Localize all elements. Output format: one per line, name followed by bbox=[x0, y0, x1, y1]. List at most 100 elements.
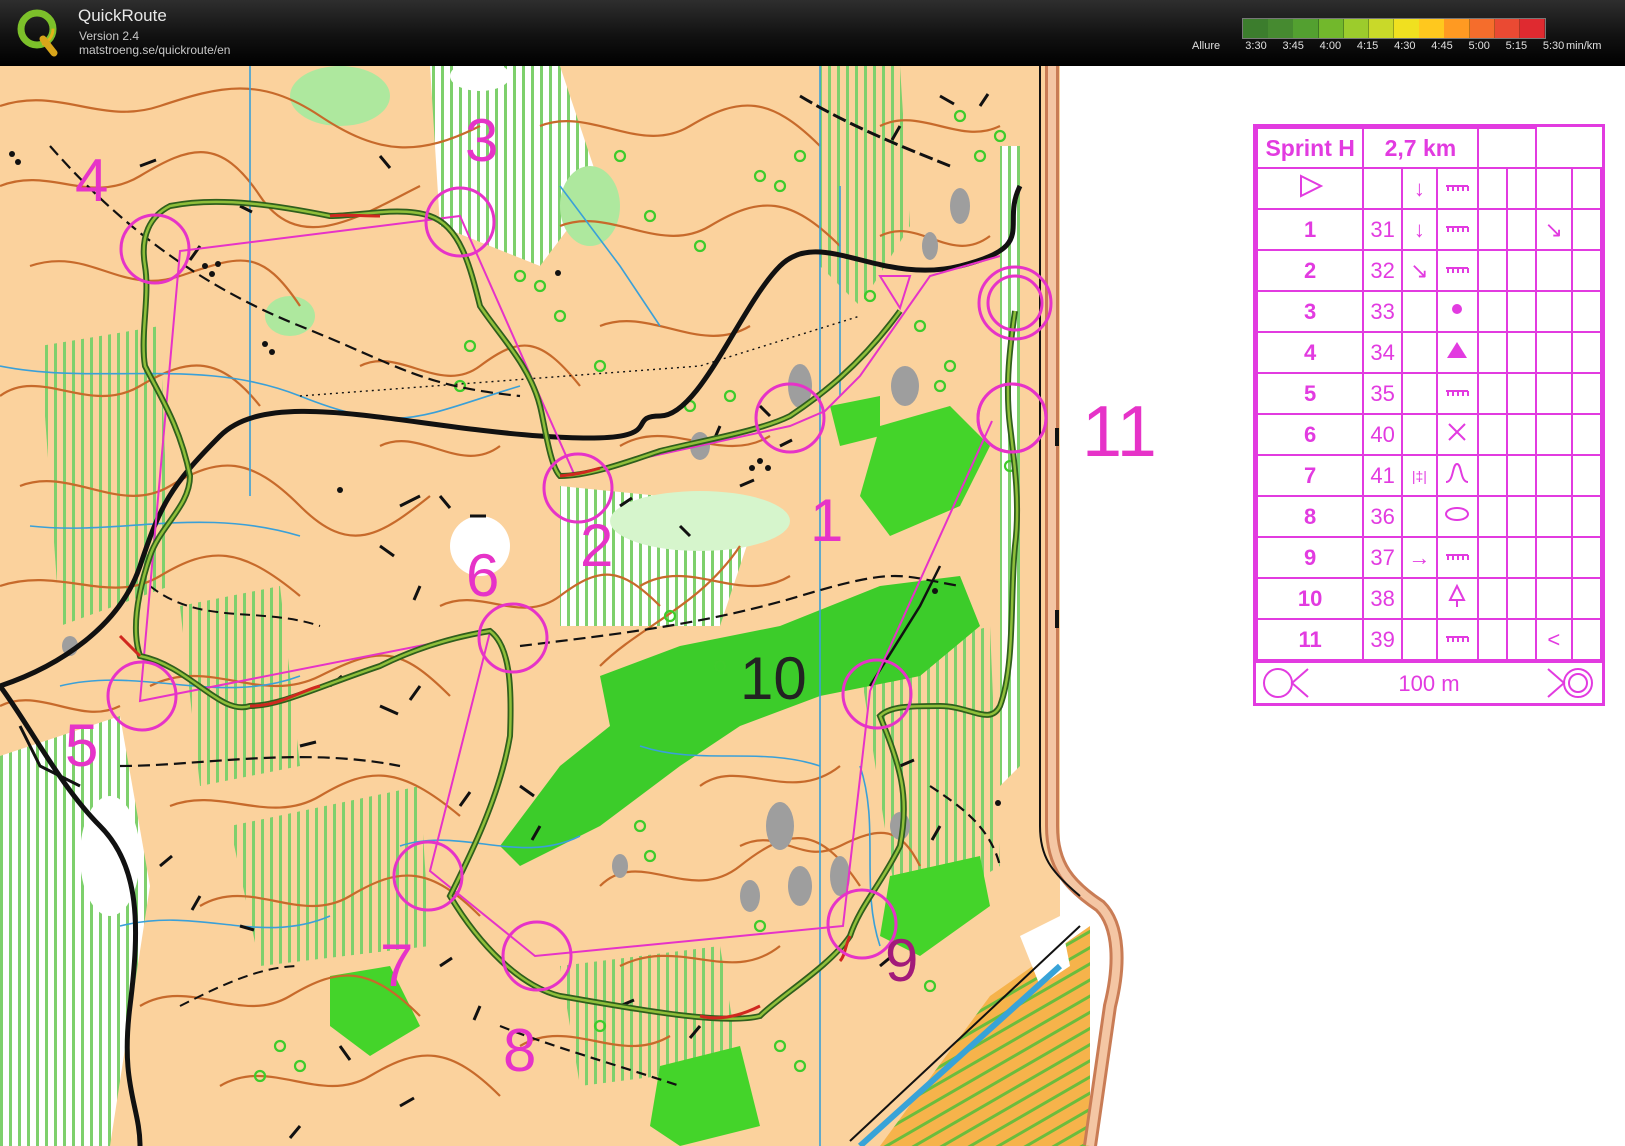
which-feature bbox=[1400, 372, 1438, 415]
scale-distance: 100 m bbox=[1398, 671, 1460, 696]
control-feature bbox=[1435, 208, 1479, 251]
control-code: 37 bbox=[1362, 536, 1403, 579]
pace-color-scale bbox=[1242, 18, 1546, 39]
pace-color-cell bbox=[1419, 19, 1445, 38]
pace-tick-label: 4:00 bbox=[1319, 40, 1342, 52]
pace-tick-label: 4:30 bbox=[1394, 40, 1416, 52]
control-label-6: 6 bbox=[466, 542, 499, 609]
pace-color-cell bbox=[1268, 19, 1294, 38]
control-feature bbox=[1435, 372, 1479, 415]
legend-footer: 100 m bbox=[1256, 661, 1602, 703]
start-symbol bbox=[1255, 167, 1365, 210]
pace-color-cell bbox=[1519, 19, 1546, 38]
pace-tick-label: 3:45 bbox=[1282, 40, 1304, 52]
which-feature bbox=[1400, 495, 1438, 538]
control-code: 41 bbox=[1362, 454, 1403, 497]
description-row: 7 41 |‡| bbox=[1255, 454, 1603, 497]
control-code: 35 bbox=[1362, 372, 1403, 415]
control-feature bbox=[1435, 413, 1479, 456]
control-number: 6 bbox=[1255, 413, 1365, 456]
which-feature: → bbox=[1400, 536, 1438, 579]
control-number: 8 bbox=[1255, 495, 1365, 538]
which-feature: ↓ bbox=[1400, 208, 1438, 251]
app-version: Version 2.4 bbox=[79, 29, 140, 43]
control-number: 4 bbox=[1255, 331, 1365, 374]
description-row: 10 38 bbox=[1255, 577, 1603, 620]
marsh-icon bbox=[1446, 389, 1470, 396]
pace-color-cell bbox=[1368, 19, 1395, 38]
control-description-sheet: Sprint H 2,7 km ↓ 1 31 ↓ ↘ 2 32 ↘ 3 33 4 34 5 35 6 40 7 4… bbox=[1253, 124, 1605, 706]
pace-unit: min/km bbox=[1566, 40, 1602, 52]
which-feature bbox=[1400, 618, 1438, 661]
marsh-icon bbox=[1446, 225, 1470, 232]
course-length: 2,7 km bbox=[1362, 127, 1479, 169]
quickroute-logo-icon bbox=[17, 9, 58, 57]
description-row: 4 34 bbox=[1255, 331, 1603, 374]
control-label-11: 11 bbox=[1082, 392, 1157, 472]
pace-color-cell bbox=[1318, 19, 1345, 38]
description-row: 11 39 < bbox=[1255, 618, 1603, 661]
pace-tick-label: 5:00 bbox=[1468, 40, 1490, 52]
start-direction: ↓ bbox=[1400, 167, 1438, 210]
control-number: 7 bbox=[1255, 454, 1365, 497]
control-label-9: 9 bbox=[885, 927, 918, 994]
control-number: 1 bbox=[1255, 208, 1365, 251]
which-feature bbox=[1400, 290, 1438, 333]
which-feature: ↘ bbox=[1400, 249, 1438, 292]
control-label-8: 8 bbox=[503, 1017, 536, 1084]
triangle-icon bbox=[1447, 341, 1468, 358]
control-code: 40 bbox=[1362, 413, 1403, 456]
control-label-1: 1 bbox=[810, 487, 843, 554]
pace-tick-label: 3:30 bbox=[1245, 40, 1267, 52]
control-number: 5 bbox=[1255, 372, 1365, 415]
control-label-7: 7 bbox=[380, 932, 413, 999]
spur-icon bbox=[1445, 462, 1469, 483]
control-feature bbox=[1435, 495, 1479, 538]
dot-icon bbox=[1452, 303, 1463, 314]
marsh-icon bbox=[1446, 184, 1470, 191]
pace-tick-label: 4:15 bbox=[1356, 40, 1379, 52]
control-feature bbox=[1435, 331, 1479, 374]
description-row: 8 36 bbox=[1255, 495, 1603, 538]
description-row: 6 40 bbox=[1255, 413, 1603, 456]
course-name: Sprint H bbox=[1255, 127, 1365, 169]
tree-icon bbox=[1448, 583, 1466, 607]
control-feature bbox=[1435, 577, 1479, 620]
app-title: QuickRoute bbox=[78, 6, 167, 25]
pace-tick-label: 5:15 bbox=[1505, 40, 1528, 52]
which-feature bbox=[1400, 577, 1438, 620]
control-label-10: 10 bbox=[740, 645, 807, 712]
pace-color-cell bbox=[1469, 19, 1496, 38]
control-code: 33 bbox=[1362, 290, 1403, 333]
control-feature bbox=[1435, 618, 1479, 661]
description-row: 9 37 → bbox=[1255, 536, 1603, 579]
control-label-4: 4 bbox=[75, 147, 108, 214]
pace-color-cell bbox=[1343, 19, 1370, 38]
pace-scale-label: Allure bbox=[1192, 40, 1221, 52]
control-label-5: 5 bbox=[65, 712, 98, 779]
pace-tick-label: 4:45 bbox=[1431, 40, 1453, 52]
app-url[interactable]: matstroeng.se/quickroute/en bbox=[79, 43, 230, 57]
marsh-icon bbox=[1446, 266, 1470, 273]
start-icon bbox=[1300, 173, 1324, 198]
description-row: 3 33 bbox=[1255, 290, 1603, 333]
oval-icon bbox=[1445, 506, 1470, 521]
pace-color-cell bbox=[1293, 19, 1319, 38]
pace-color-cell bbox=[1494, 19, 1521, 38]
control-feature bbox=[1435, 290, 1479, 333]
control-label-3: 3 bbox=[465, 107, 498, 174]
app-header: QuickRoute Version 2.4 matstroeng.se/qui… bbox=[0, 0, 1625, 66]
description-row: 5 35 bbox=[1255, 372, 1603, 415]
which-feature bbox=[1400, 413, 1438, 456]
description-row: ↓ bbox=[1255, 167, 1603, 210]
control-feature bbox=[1435, 536, 1479, 579]
pace-color-cell bbox=[1444, 19, 1470, 38]
control-label-2: 2 bbox=[580, 512, 613, 579]
control-code: 39 bbox=[1362, 618, 1403, 661]
pace-color-cell bbox=[1243, 19, 1269, 38]
description-row: 1 31 ↓ ↘ bbox=[1255, 208, 1603, 251]
control-code: 31 bbox=[1362, 208, 1403, 251]
control-code: 38 bbox=[1362, 577, 1403, 620]
pace-tick-label: 5:30 bbox=[1542, 40, 1565, 52]
pace-color-cell bbox=[1394, 19, 1420, 38]
